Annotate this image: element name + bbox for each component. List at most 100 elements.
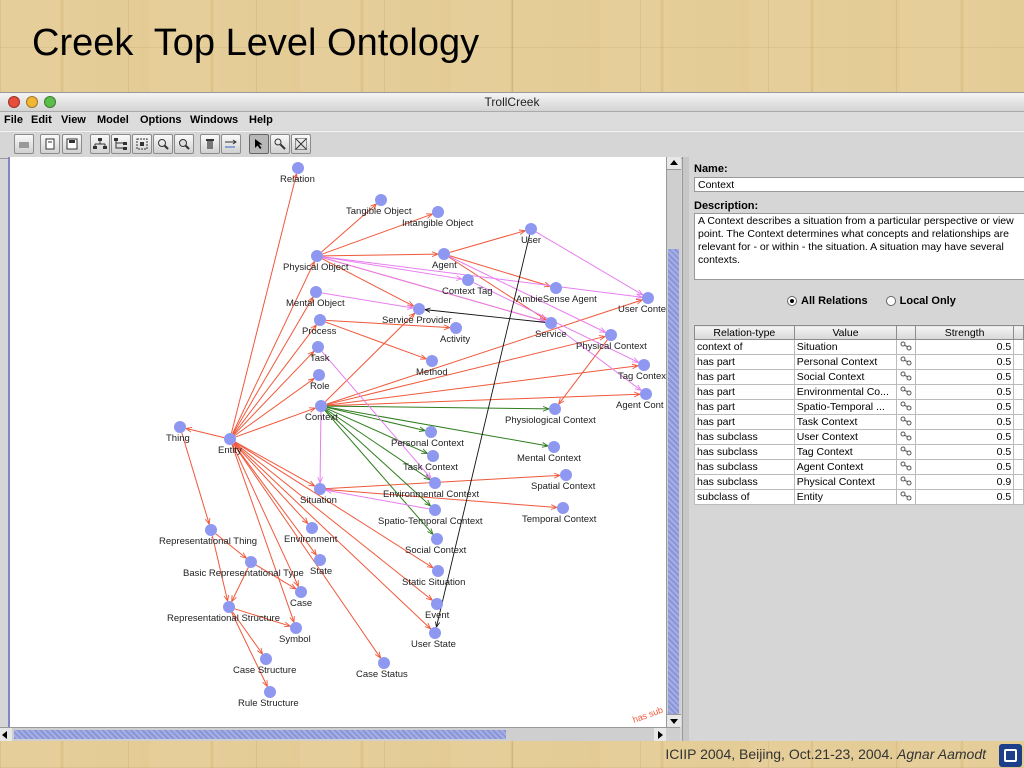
table-row[interactable]: has subclass Agent Context 0.5 xyxy=(694,459,1024,475)
node-physioctx[interactable] xyxy=(549,403,561,415)
column-strength[interactable]: Strength xyxy=(914,325,1015,340)
node-process[interactable] xyxy=(314,314,326,326)
node-envctx[interactable] xyxy=(429,477,441,489)
node-userstate[interactable] xyxy=(429,627,441,639)
table-row[interactable]: has subclass User Context 0.5 xyxy=(694,429,1024,445)
node-state[interactable] xyxy=(314,554,326,566)
edit-link-icon[interactable] xyxy=(896,489,916,505)
column-extra[interactable] xyxy=(1013,325,1024,340)
table-row[interactable]: has part Social Context 0.5 xyxy=(694,369,1024,385)
node-persctx[interactable] xyxy=(425,426,437,438)
scroll-down-arrow-icon[interactable] xyxy=(667,714,681,727)
node-thing[interactable] xyxy=(174,421,186,433)
menu-model[interactable]: Model xyxy=(97,114,129,126)
new-page-icon[interactable] xyxy=(40,134,60,154)
node-symbol[interactable] xyxy=(290,622,302,634)
node-environment[interactable] xyxy=(306,522,318,534)
node-entity[interactable] xyxy=(224,433,236,445)
edit-link-icon[interactable] xyxy=(896,414,916,430)
node-statsit[interactable] xyxy=(432,565,444,577)
node-tempctx[interactable] xyxy=(557,502,569,514)
table-row[interactable]: has part Task Context 0.5 xyxy=(694,414,1024,430)
node-context[interactable] xyxy=(315,400,327,412)
zoom-out-icon[interactable] xyxy=(174,134,194,154)
node-case[interactable] xyxy=(295,586,307,598)
scroll-up-arrow-icon[interactable] xyxy=(667,157,681,170)
column-relation-type[interactable]: Relation-type xyxy=(694,325,795,340)
menu-edit[interactable]: Edit xyxy=(31,114,52,126)
menu-file[interactable]: File xyxy=(4,114,23,126)
zoom-in-icon[interactable] xyxy=(153,134,173,154)
vertical-scroll-thumb[interactable] xyxy=(668,249,679,719)
node-casestruct[interactable] xyxy=(260,653,272,665)
edit-link-icon[interactable] xyxy=(896,399,916,415)
node-repthing[interactable] xyxy=(205,524,217,536)
tree-icon[interactable] xyxy=(111,134,131,154)
edit-link-icon[interactable] xyxy=(896,369,916,385)
node-brt[interactable] xyxy=(245,556,257,568)
frame-icon[interactable] xyxy=(132,134,152,154)
node-servprov[interactable] xyxy=(413,303,425,315)
node-usercont[interactable] xyxy=(642,292,654,304)
pointer-icon[interactable] xyxy=(249,134,269,154)
table-row[interactable]: has subclass Tag Context 0.5 xyxy=(694,444,1024,460)
edit-link-icon[interactable] xyxy=(896,474,916,490)
node-user[interactable] xyxy=(525,223,537,235)
edit-link-icon[interactable] xyxy=(896,459,916,475)
description-field[interactable]: A Context describes a situation from a p… xyxy=(694,213,1024,280)
node-intangible[interactable] xyxy=(432,206,444,218)
node-activity[interactable] xyxy=(450,322,462,334)
node-socctx[interactable] xyxy=(431,533,443,545)
ontology-graph[interactable]: Relation Tangible ObjectIntangible Object… xyxy=(10,157,668,729)
table-row[interactable]: has part Spatio-Temporal ... 0.5 xyxy=(694,399,1024,415)
edit-link-icon[interactable] xyxy=(896,354,916,370)
name-field[interactable]: Context xyxy=(694,177,1024,192)
node-mental[interactable] xyxy=(310,286,322,298)
node-rulestruct[interactable] xyxy=(264,686,276,698)
edit-link-icon[interactable] xyxy=(896,444,916,460)
all-relations-radio[interactable]: All Relations xyxy=(787,295,868,307)
node-situation[interactable] xyxy=(314,483,326,495)
table-row[interactable]: has subclass Physical Context 0.9 xyxy=(694,474,1024,490)
node-task[interactable] xyxy=(312,341,324,353)
menu-help[interactable]: Help xyxy=(249,114,273,126)
horizontal-scroll-thumb[interactable] xyxy=(14,730,506,739)
node-repstruct[interactable] xyxy=(223,601,235,613)
node-method[interactable] xyxy=(426,355,438,367)
node-service[interactable] xyxy=(545,317,557,329)
menu-view[interactable]: View xyxy=(61,114,86,126)
table-row[interactable]: has part Environmental Co... 0.5 xyxy=(694,384,1024,400)
edit-link-icon[interactable] xyxy=(896,339,916,355)
node-event[interactable] xyxy=(431,598,443,610)
table-row[interactable]: context of Situation 0.5 xyxy=(694,339,1024,355)
node-agent[interactable] xyxy=(438,248,450,260)
node-agentcont[interactable] xyxy=(640,388,652,400)
node-casestatus[interactable] xyxy=(378,657,390,669)
column-icon[interactable] xyxy=(896,325,916,340)
graph-horizontal-scrollbar[interactable] xyxy=(0,727,680,741)
edit-link-icon[interactable] xyxy=(896,384,916,400)
save-icon[interactable] xyxy=(62,134,82,154)
node-relation[interactable] xyxy=(292,162,304,174)
node-ctxtag[interactable] xyxy=(462,274,474,286)
hierarchy-icon[interactable] xyxy=(90,134,110,154)
node-role[interactable] xyxy=(313,369,325,381)
scroll-right-arrow-icon[interactable] xyxy=(654,728,666,741)
edit-link-icon[interactable] xyxy=(896,429,916,445)
table-row[interactable]: has part Personal Context 0.5 xyxy=(694,354,1024,370)
node-ambie[interactable] xyxy=(550,282,562,294)
node-physctx[interactable] xyxy=(605,329,617,341)
back-icon[interactable] xyxy=(14,134,34,154)
ontology-graph-panel[interactable]: Relation Tangible Object Intangible Object… xyxy=(8,157,668,729)
delete-icon[interactable] xyxy=(200,134,220,154)
node-stctx[interactable] xyxy=(429,504,441,516)
node-mentctx[interactable] xyxy=(548,441,560,453)
graph-vertical-scrollbar[interactable] xyxy=(666,157,681,727)
fit-icon[interactable] xyxy=(291,134,311,154)
node-taskctx[interactable] xyxy=(427,450,439,462)
local-only-radio[interactable]: Local Only xyxy=(885,295,956,307)
table-row[interactable]: subclass of Entity 0.5 xyxy=(694,489,1024,505)
menu-windows[interactable]: Windows xyxy=(190,114,238,126)
menu-options[interactable]: Options xyxy=(140,114,182,126)
scroll-left-arrow-icon[interactable] xyxy=(0,728,12,741)
